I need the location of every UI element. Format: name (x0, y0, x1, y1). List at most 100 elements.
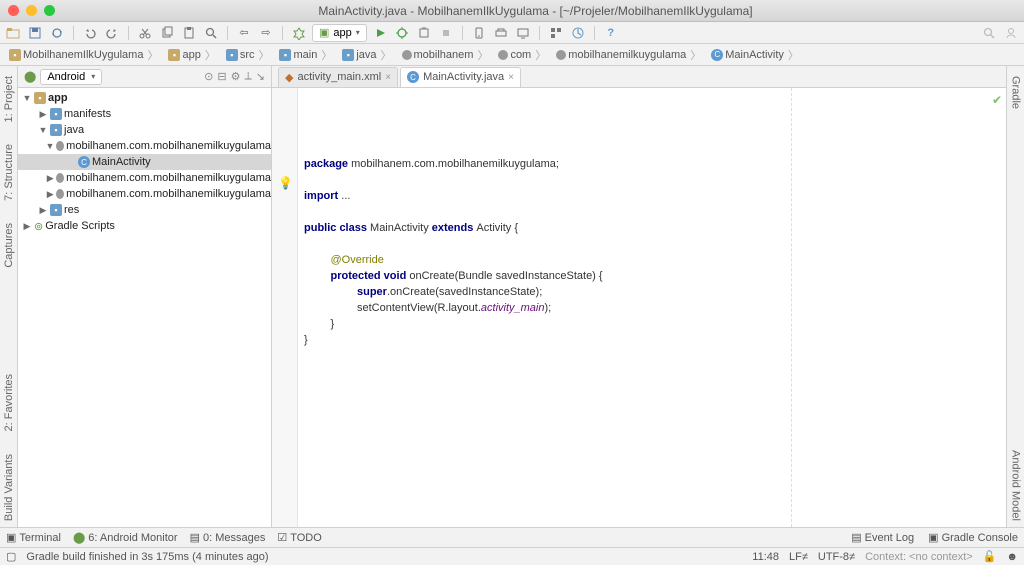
breadcrumb-label: com (510, 49, 531, 61)
right-tool-strip: Gradle Android Model (1006, 66, 1024, 527)
intention-bulb-icon[interactable]: 💡 (278, 176, 293, 190)
run-config-selector[interactable]: ▣ app ▾ (312, 24, 367, 42)
project-tool-window: ⬤ Android▾ ⊙ ⊟ ⚙ ⟂ ↘ ▼▪app ▶▪manifests ▼… (18, 66, 272, 527)
tool-window-captures[interactable]: Captures (3, 217, 15, 274)
search-everywhere-icon[interactable] (980, 24, 998, 42)
terminal-button[interactable]: ▣Terminal (6, 531, 61, 544)
copy-icon[interactable] (158, 24, 176, 42)
open-file-icon[interactable] (4, 24, 22, 42)
undo-icon[interactable] (81, 24, 99, 42)
breadcrumb-label: java (356, 49, 376, 61)
breadcrumb[interactable]: CMainActivity〉 (708, 47, 804, 63)
editor-tab[interactable]: CMainActivity.java× (400, 67, 521, 87)
tool-window-structure[interactable]: 7: Structure (3, 138, 15, 207)
sync-gradle-icon[interactable] (569, 24, 587, 42)
redo-icon[interactable] (103, 24, 121, 42)
tree-node-gradle: Gradle Scripts (45, 220, 115, 232)
stop-icon[interactable] (437, 24, 455, 42)
breadcrumb-label: src (240, 49, 255, 61)
breadcrumb[interactable]: ▪java〉 (339, 47, 396, 63)
caret-position[interactable]: 11:48 (752, 551, 779, 563)
gear-icon[interactable]: ⚙ (231, 70, 241, 83)
breadcrumb[interactable]: com〉 (495, 47, 551, 63)
breadcrumb-label: main (293, 49, 317, 61)
todo-button[interactable]: ☑TODO (277, 531, 321, 544)
cut-icon[interactable] (136, 24, 154, 42)
sdk-icon[interactable] (492, 24, 510, 42)
main-toolbar: ⇦ ⇨ ▣ app ▾ ? (0, 22, 1024, 44)
run-icon[interactable] (371, 24, 389, 42)
maximize-window-button[interactable] (44, 5, 55, 16)
tool-window-android-model[interactable]: Android Model (1010, 444, 1022, 527)
tool-window-favorites[interactable]: 2: Favorites (3, 368, 15, 437)
tree-node: mobilhanem.com.mobilhanemilkuygulama (66, 188, 271, 200)
paste-icon[interactable] (180, 24, 198, 42)
tool-window-build-variants[interactable]: Build Variants (3, 448, 15, 527)
tree-node: mobilhanem.com.mobilhanemilkuygulama (66, 140, 271, 152)
project-view-selector[interactable]: Android▾ (40, 69, 102, 85)
make-icon[interactable] (290, 24, 308, 42)
line-separator[interactable]: LF≠ (789, 551, 808, 563)
breadcrumb[interactable]: ▪MobilhanemIlkUygulama〉 (6, 47, 163, 63)
editor-area: ◆activity_main.xml× CMainActivity.java× … (272, 66, 1006, 527)
messages-button[interactable]: ▤0: Messages (190, 531, 266, 544)
tree-node-app: app (48, 92, 68, 104)
editor-tab[interactable]: ◆activity_main.xml× (278, 67, 398, 87)
window-title: MainActivity.java - MobilhanemIlkUygulam… (55, 4, 1016, 18)
close-window-button[interactable] (8, 5, 19, 16)
help-icon[interactable]: ? (602, 24, 620, 42)
hide-icon[interactable]: ⟂ (244, 70, 251, 83)
collapse-icon[interactable]: ⊟ (217, 70, 226, 83)
file-encoding[interactable]: UTF-8≠ (818, 551, 855, 563)
autoscroll-icon[interactable]: ⊙ (204, 70, 213, 83)
navigation-bar: ▪MobilhanemIlkUygulama〉 ▪app〉 ▪src〉 ▪mai… (0, 44, 1024, 66)
breadcrumb-label: MobilhanemIlkUygulama (23, 49, 143, 61)
minimize-icon[interactable]: ↘ (256, 70, 265, 83)
editor-gutter[interactable]: 💡 (272, 88, 298, 527)
monitor-icon[interactable] (514, 24, 532, 42)
breadcrumb[interactable]: mobilhanem〉 (399, 47, 494, 63)
status-message: Gradle build finished in 3s 175ms (4 min… (26, 551, 268, 563)
left-tool-strip: 1: Project 7: Structure Captures 2: Favo… (0, 66, 18, 527)
lock-icon[interactable]: 🔓 (983, 550, 997, 563)
inspection-ok-icon: ✔ (992, 92, 1002, 108)
status-bar: ▢ Gradle build finished in 3s 175ms (4 m… (0, 547, 1024, 565)
breadcrumb[interactable]: ▪app〉 (165, 47, 220, 63)
tool-window-gradle[interactable]: Gradle (1010, 70, 1022, 115)
avd-icon[interactable] (470, 24, 488, 42)
breadcrumb[interactable]: mobilhanemilkuygulama〉 (553, 47, 706, 63)
debug-icon[interactable] (393, 24, 411, 42)
minimize-window-button[interactable] (26, 5, 37, 16)
forward-icon[interactable]: ⇨ (257, 24, 275, 42)
find-icon[interactable] (202, 24, 220, 42)
breadcrumb-label: mobilhanem (414, 49, 474, 61)
breadcrumb-label: app (182, 49, 200, 61)
tool-window-project[interactable]: 1: Project (3, 70, 15, 128)
gradle-console-button[interactable]: ▣Gradle Console (928, 531, 1018, 544)
back-icon[interactable]: ⇦ (235, 24, 253, 42)
editor-tabs: ◆activity_main.xml× CMainActivity.java× (272, 66, 1006, 88)
code-editor[interactable]: ✔ package mobilhanem.com.mobilhanemilkuy… (298, 88, 1006, 527)
structure-icon[interactable] (547, 24, 565, 42)
tree-node-mainactivity: MainActivity (92, 156, 151, 168)
close-icon[interactable]: × (385, 72, 391, 83)
tool-window-toggle-icon[interactable]: ▢ (6, 550, 16, 563)
android-monitor-button[interactable]: ⬤6: Android Monitor (73, 531, 178, 544)
hector-icon[interactable]: ☻ (1006, 551, 1018, 563)
attach-icon[interactable] (415, 24, 433, 42)
breadcrumb-label: mobilhanemilkuygulama (568, 49, 686, 61)
project-tree[interactable]: ▼▪app ▶▪manifests ▼▪java ▼mobilhanem.com… (18, 88, 271, 527)
context-label[interactable]: Context: <no context> (865, 551, 973, 563)
tree-node: manifests (64, 108, 111, 120)
save-icon[interactable] (26, 24, 44, 42)
tree-node: res (64, 204, 79, 216)
breadcrumb[interactable]: ▪main〉 (276, 47, 337, 63)
breadcrumb[interactable]: ▪src〉 (223, 47, 275, 63)
tree-node: java (64, 124, 84, 136)
run-config-label: app (333, 27, 351, 39)
event-log-button[interactable]: ▤Event Log (851, 531, 914, 544)
user-icon[interactable] (1002, 24, 1020, 42)
close-icon[interactable]: × (508, 72, 514, 83)
window-titlebar: MainActivity.java - MobilhanemIlkUygulam… (0, 0, 1024, 22)
sync-icon[interactable] (48, 24, 66, 42)
